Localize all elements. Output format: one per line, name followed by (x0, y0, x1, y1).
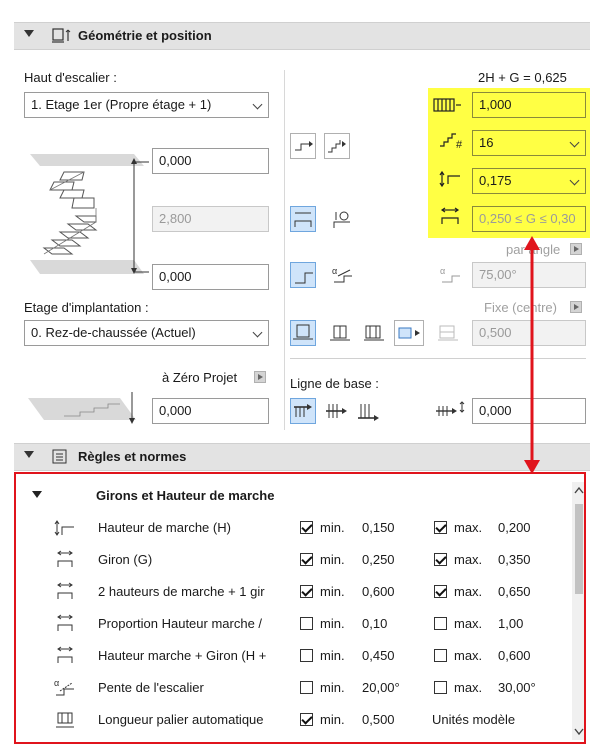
svg-text:#: # (456, 139, 463, 151)
stair-landing-icon (328, 140, 346, 153)
baseline-label: Ligne de base : (290, 376, 379, 391)
angle-icon: α (440, 266, 460, 283)
slope-riser-button[interactable] (290, 262, 316, 288)
baseline-left-button[interactable] (290, 398, 316, 424)
width-menu-icon (398, 327, 420, 339)
width-menu-button[interactable] (394, 320, 424, 346)
riser-count-value: 16 (479, 135, 494, 150)
top-level-value: 1. Etage 1er (Propre étage + 1) (31, 97, 212, 112)
riser-height-select[interactable]: 0,175 (472, 168, 586, 194)
collapse-triangle-icon[interactable] (24, 30, 34, 37)
riser-mode-icon (295, 272, 313, 284)
lock-tread-button[interactable] (290, 206, 316, 232)
slope-angle-icon[interactable]: α (330, 264, 354, 286)
rules-icon (52, 449, 67, 464)
floor-elevation-illustration (28, 392, 136, 424)
height-top-field[interactable]: 0,000 (152, 148, 269, 174)
formula-label: 2H + G = 0,625 (478, 70, 567, 85)
section-geometry-title: Géométrie et position (78, 28, 212, 43)
stair-geometry-icon (52, 28, 71, 43)
stair-straight-icon (295, 141, 313, 151)
fixed-center-button[interactable] (570, 301, 582, 313)
tread-range-field[interactable]: 0,250 ≤ G ≤ 0,30 (472, 206, 586, 232)
home-level-value: 0. Rez-de-chaussée (Actuel) (31, 325, 196, 340)
collapse-triangle-icon[interactable] (24, 451, 34, 458)
flight-length-icon (433, 98, 461, 112)
riser-height-icon (439, 170, 460, 188)
riser-count-select[interactable]: 16 (472, 130, 586, 156)
width-mode-3-icon[interactable] (362, 322, 386, 344)
height-total-field[interactable]: 2,800 (152, 206, 269, 232)
riser-height-value: 0,175 (479, 173, 512, 188)
baseline-right-icon[interactable] (356, 400, 382, 422)
svg-text:α: α (332, 266, 337, 276)
annotation-double-arrow (524, 236, 540, 474)
tread-depth-icon (440, 207, 460, 224)
home-level-select[interactable]: 0. Rez-de-chaussée (Actuel) (24, 320, 269, 346)
width-mode-disabled-icon (438, 325, 458, 341)
stair-elevation-illustration (30, 154, 149, 274)
height-bottom-field[interactable]: 0,000 (152, 264, 269, 290)
section-rules-title: Règles et normes (78, 449, 187, 464)
baseline-center-icon[interactable] (324, 400, 350, 422)
annotation-red-box (14, 472, 586, 744)
svg-text:α: α (440, 266, 445, 276)
tread-lock-icon (294, 212, 312, 227)
top-level-label: Haut d'escalier : (24, 70, 117, 85)
chevron-down-icon (252, 99, 263, 110)
by-angle-button[interactable] (570, 243, 582, 255)
fixed-center-label: Fixe (centre) (484, 300, 557, 315)
home-level-label: Etage d'implantation : (24, 300, 149, 315)
ref-label: à Zéro Projet (162, 370, 238, 385)
riser-count-icon: # (440, 133, 463, 151)
flight-length-field[interactable]: 1,000 (472, 92, 586, 118)
chevron-down-icon (569, 137, 580, 148)
baseline-offset-icon (436, 401, 465, 416)
width-mode-2-icon[interactable] (328, 322, 352, 344)
chevron-down-icon (252, 327, 263, 338)
section-geometry-header[interactable]: Géométrie et position (14, 22, 590, 50)
lock-riser-icon[interactable] (330, 208, 354, 230)
baseline-left-icon (294, 404, 312, 417)
width-mode-1-icon (293, 324, 313, 340)
chevron-down-icon (569, 175, 580, 186)
ref-value-field[interactable]: 0,000 (152, 398, 269, 424)
section-rules-header[interactable]: Règles et normes (14, 443, 590, 471)
column-divider (284, 70, 285, 430)
stair-type-straight-button[interactable] (290, 133, 316, 159)
ref-menu-button[interactable] (254, 371, 266, 383)
width-mode-1-button[interactable] (290, 320, 316, 346)
stair-type-landing-button[interactable] (324, 133, 350, 159)
top-level-select[interactable]: 1. Etage 1er (Propre étage + 1) (24, 92, 269, 118)
